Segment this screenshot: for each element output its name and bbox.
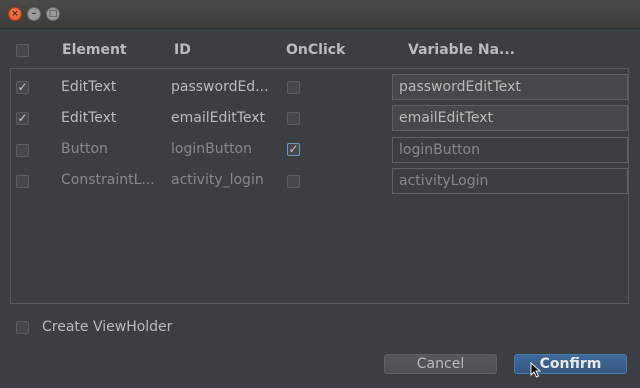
mouse-cursor-icon xyxy=(530,362,542,378)
row-variable-field[interactable]: loginButton xyxy=(392,137,628,163)
close-icon[interactable]: × xyxy=(8,7,22,21)
row-onclick-checkbox[interactable] xyxy=(287,175,300,188)
row-onclick-checkbox[interactable] xyxy=(287,112,300,125)
row-id: activity_login xyxy=(171,172,264,188)
row-element: EditText xyxy=(61,110,117,126)
select-all-checkbox[interactable] xyxy=(16,44,29,57)
create-viewholder-checkbox[interactable] xyxy=(16,321,29,334)
row-variable-field[interactable]: activityLogin xyxy=(392,168,628,194)
row-id: passwordEd... xyxy=(171,79,269,95)
row-id: emailEditText xyxy=(171,110,266,126)
row-onclick-checkbox[interactable] xyxy=(287,81,300,94)
maximize-icon[interactable]: □ xyxy=(46,7,60,21)
header-onclick[interactable]: OnClick xyxy=(286,42,345,58)
row-onclick-checkbox[interactable]: ✓ xyxy=(287,143,300,156)
create-viewholder-label[interactable]: Create ViewHolder xyxy=(42,319,172,335)
row-element: EditText xyxy=(61,79,117,95)
minimize-icon[interactable]: – xyxy=(27,7,41,21)
row-id: loginButton xyxy=(171,141,252,157)
row-element: Button xyxy=(61,141,108,157)
row-select-checkbox[interactable]: ✓ xyxy=(16,81,29,94)
header-id[interactable]: ID xyxy=(174,42,191,58)
row-variable-field[interactable]: passwordEditText xyxy=(392,74,628,100)
row-select-checkbox[interactable]: ✓ xyxy=(16,112,29,125)
title-bar: × – □ xyxy=(0,0,640,29)
cancel-button[interactable]: Cancel xyxy=(384,354,497,374)
header-element[interactable]: Element xyxy=(62,42,127,58)
row-select-checkbox[interactable] xyxy=(16,175,29,188)
row-element: ConstraintL... xyxy=(61,172,155,188)
row-select-checkbox[interactable] xyxy=(16,144,29,157)
row-variable-field[interactable]: emailEditText xyxy=(392,105,628,131)
header-variable-name[interactable]: Variable Na... xyxy=(408,42,515,58)
